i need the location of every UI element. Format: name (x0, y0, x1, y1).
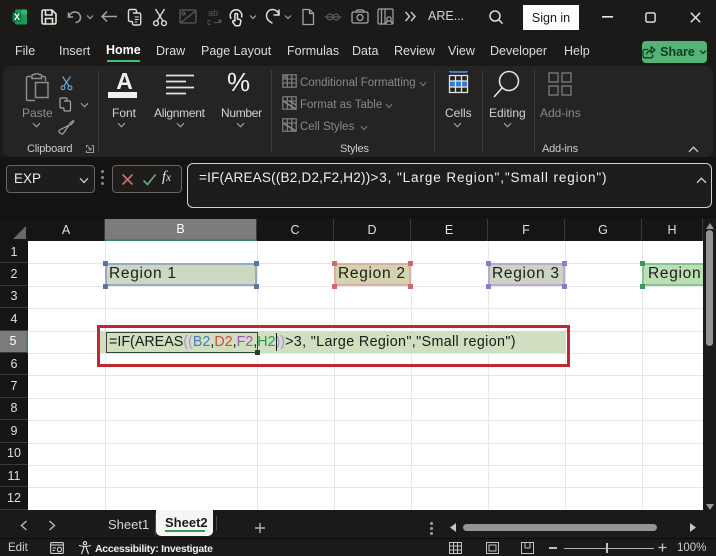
svg-text:c: c (207, 17, 212, 26)
svg-text:X: X (14, 12, 20, 22)
